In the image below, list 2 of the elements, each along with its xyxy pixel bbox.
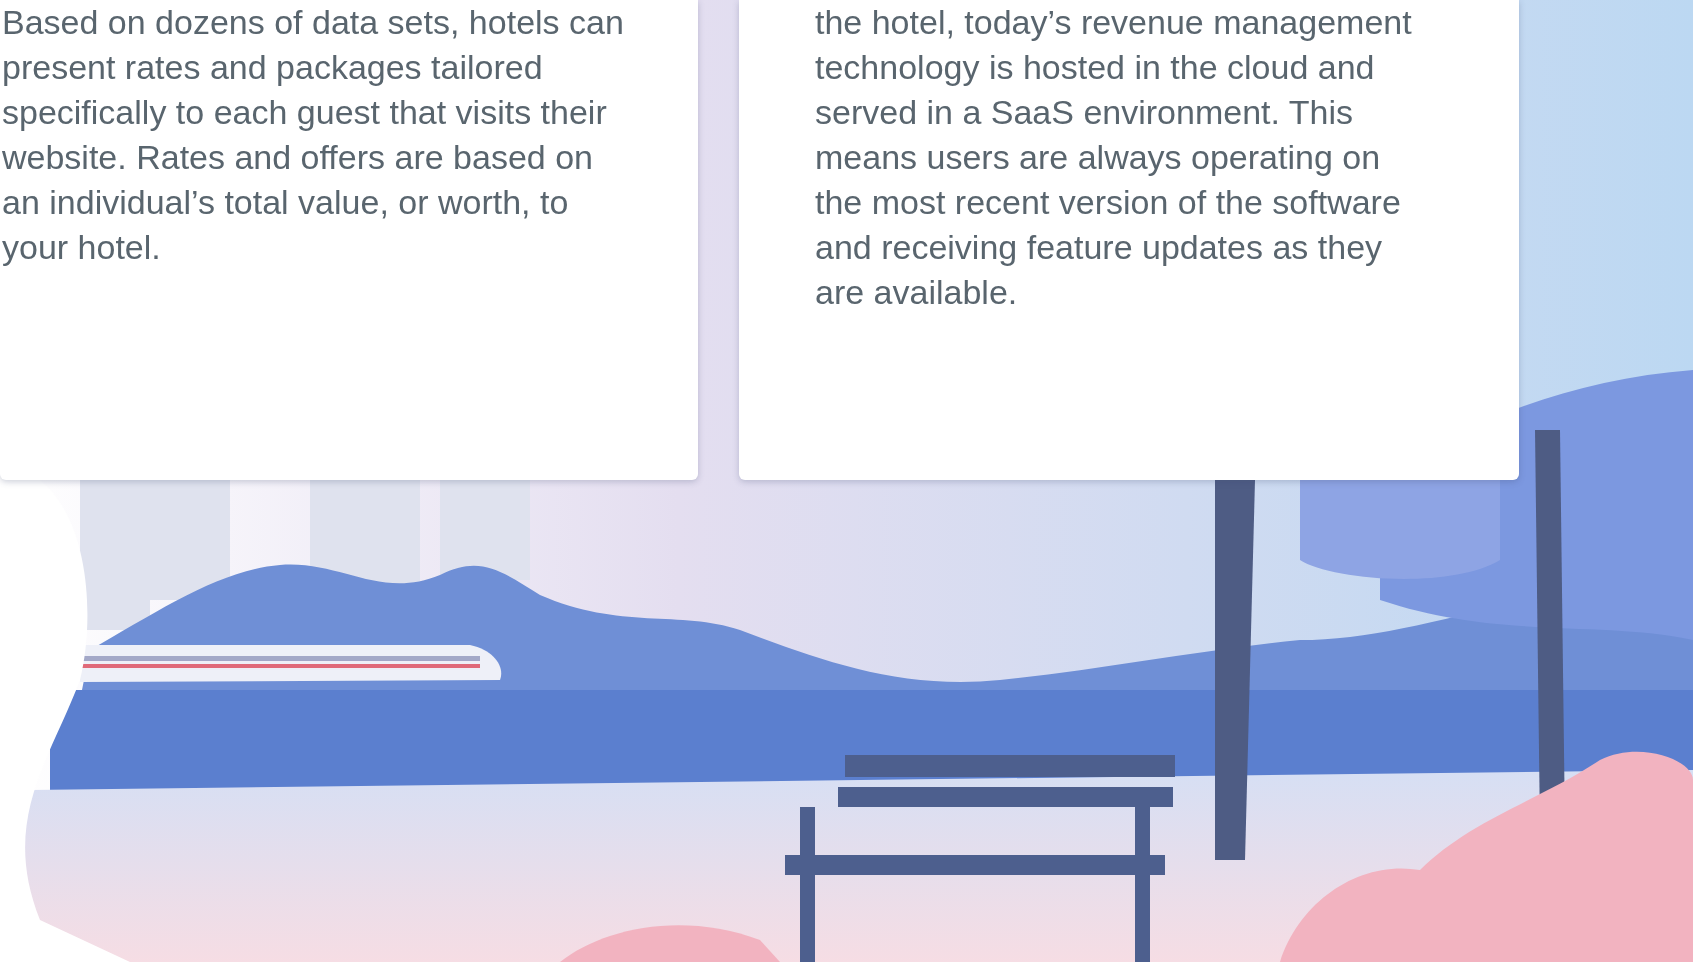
card-paragraph: Based on dozens of data sets, hotels can present rates and packages tailored specifically to each guest that visits their website. Rates and offers are based on an individual’s total value, or worth, to your hotel. (2, 2, 625, 268)
card-paragraph: the hotel, today’s revenue management technology is hosted in the cloud and served in a SaaS environment. This means users are always operating on the most recent version of the software and receiving feature updates as they are available. (815, 2, 1413, 313)
